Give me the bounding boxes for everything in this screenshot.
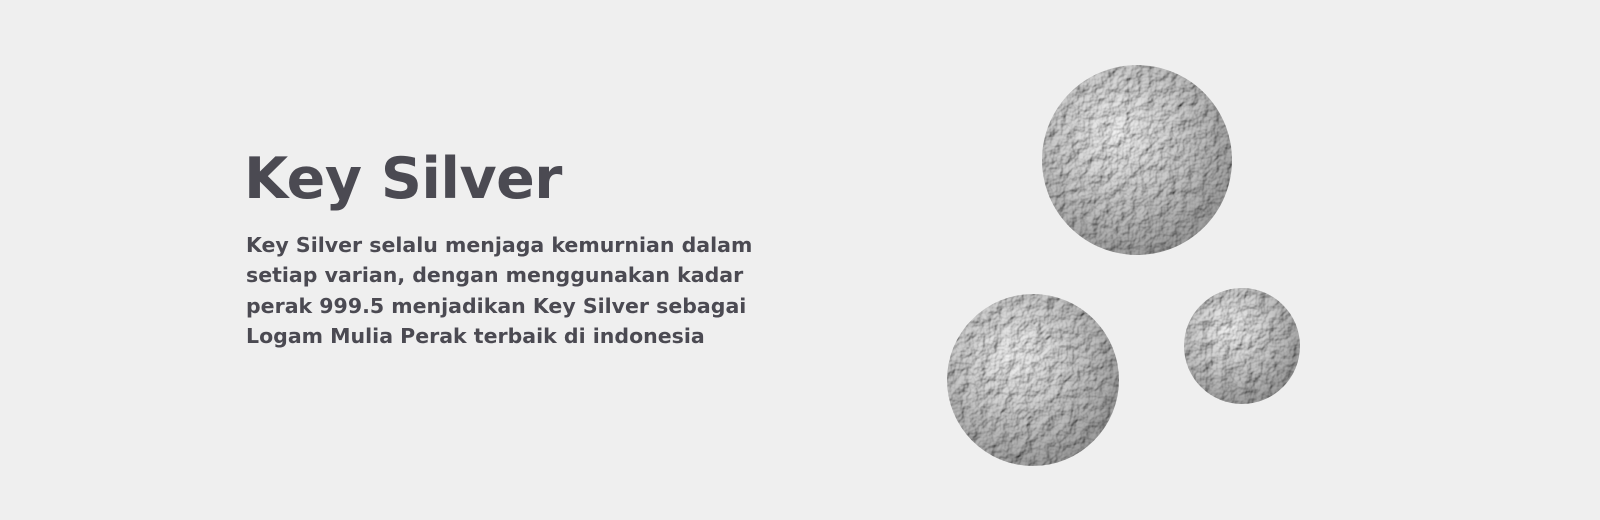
hero-text: Key Silver Key Silver selalu menjaga kem…	[244, 146, 804, 352]
silver-orbs-illustration	[940, 58, 1320, 478]
hero-banner: Key Silver Key Silver selalu menjaga kem…	[0, 0, 1600, 520]
silver-orbs-graphic	[947, 65, 1300, 466]
brand-title: Key Silver	[244, 146, 562, 212]
silver-orb-small	[1184, 288, 1300, 404]
silver-orb-large	[1042, 65, 1232, 255]
silver-orb-medium	[947, 294, 1119, 466]
brand-description: Key Silver selalu menjaga kemurnian dala…	[246, 232, 753, 349]
